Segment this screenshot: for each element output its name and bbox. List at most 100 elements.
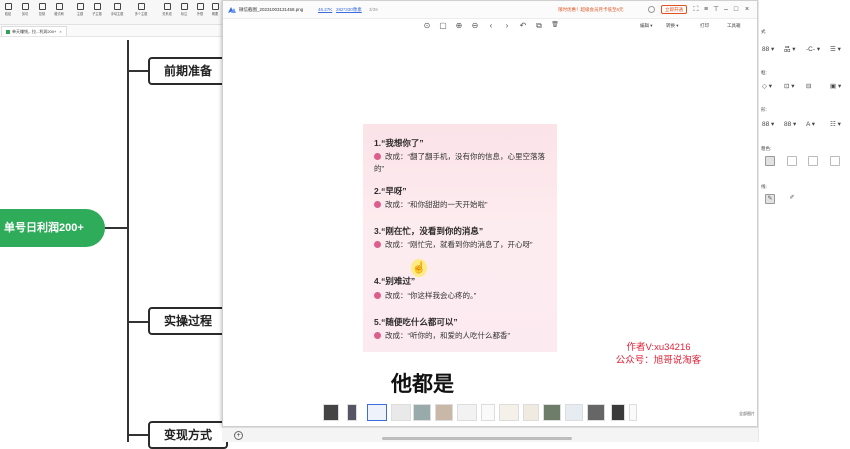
border-dropdown[interactable]: ⊡ ▾ (784, 81, 802, 92)
align-dropdown[interactable]: ☰ ▾ (830, 44, 848, 55)
actual-size-icon[interactable]: ⊙ (422, 20, 432, 31)
thumbnail-selected[interactable] (367, 404, 387, 421)
format-brush-button[interactable]: 格式刷 (52, 2, 66, 24)
thumbnail[interactable] (523, 404, 539, 421)
minimize-icon[interactable]: – (722, 5, 730, 14)
fit-window-icon[interactable]: ▢ (438, 20, 448, 31)
topic-icon (76, 3, 84, 10)
relation-line-button[interactable]: 关系线 (160, 2, 174, 24)
previous-icon[interactable]: ‹ (486, 20, 496, 31)
bullet-icon (374, 240, 381, 248)
multi-topic-button[interactable]: 多个主题 (134, 2, 148, 24)
horizontal-scrollbar[interactable] (382, 437, 572, 440)
color-dropdown[interactable]: ☷ ▾ (830, 119, 848, 130)
thumbnail[interactable] (587, 404, 605, 421)
toolbar-label: 主题 (76, 12, 84, 16)
close-tab-icon[interactable]: × (59, 29, 61, 34)
mindmap-tabbar: 单天赚钱，拉...利润200+ × (0, 25, 222, 37)
layout-dropdown[interactable]: 品 ▾ (784, 44, 802, 55)
image-dropdown[interactable]: ▣ ▾ (830, 81, 848, 92)
menu-icon[interactable]: ≡ (702, 5, 710, 14)
vip-button[interactable]: 立即开通 (661, 5, 687, 14)
thumbnail[interactable] (543, 404, 561, 421)
scheme-option-icon[interactable] (765, 156, 775, 166)
image-dimensions[interactable]: 282*330像素 (336, 5, 362, 14)
maximize-icon[interactable]: □ (732, 5, 740, 14)
structure-dropdown[interactable]: 88 ▾ (762, 119, 780, 130)
mindmap-file-icon (6, 29, 10, 34)
style-row: 88 ▾ 88 ▾ A ▾ ☷ ▾ (762, 119, 848, 131)
scheme-option-icon[interactable] (787, 156, 797, 166)
callout-button[interactable]: 标注 (177, 2, 191, 24)
thumbnail[interactable] (499, 404, 519, 421)
item-body-text: 改成：“你这样我会心疼的。” (385, 291, 477, 300)
toolbar-label: 剪切 (21, 12, 29, 16)
paste-button[interactable]: 粘贴 (1, 2, 15, 24)
item-body: 改成：“听你的，和爱的人吃什么都香” (374, 330, 550, 342)
edit-menu[interactable]: 编辑 ▾ (640, 22, 653, 30)
delete-icon[interactable]: 🗑 (550, 20, 560, 31)
toolbar-label: 外框 (196, 12, 204, 16)
bullet-icon (374, 152, 381, 160)
rotate-icon[interactable]: ↶ (518, 20, 528, 31)
file-size[interactable]: 46.27K (318, 5, 332, 14)
copy-icon (38, 3, 46, 10)
thumbnail[interactable] (413, 404, 431, 421)
shadow-button[interactable]: ⊟ (806, 81, 824, 92)
pin-icon[interactable]: ⊤ (712, 5, 720, 14)
thumbnail[interactable] (323, 404, 339, 421)
promo-text[interactable]: 限时优惠！超级会员月卡低至6元 (558, 5, 624, 14)
zoom-in-icon[interactable]: ⊕ (454, 20, 464, 31)
thumbnail[interactable] (629, 404, 637, 421)
share-icon[interactable]: ⧉ (534, 20, 544, 31)
subtopic-button[interactable]: 子主题 (90, 2, 104, 24)
fullscreen-icon[interactable]: ⛶ (692, 5, 700, 14)
section-label: 框: (761, 70, 767, 75)
print-button[interactable]: 打印 (700, 22, 709, 30)
toolbox-button[interactable]: 工具箱 (727, 22, 741, 30)
topic-button[interactable]: 主题 (73, 2, 87, 24)
thumbnail[interactable] (611, 404, 625, 421)
cut-button[interactable]: 剪切 (18, 2, 32, 24)
thumbnail[interactable] (391, 404, 411, 421)
thumbnail[interactable] (435, 404, 453, 421)
scheme-option-icon[interactable] (830, 156, 840, 166)
spacing-dropdown[interactable]: 88 ▾ (784, 119, 802, 130)
eraser-icon[interactable]: ✐ (787, 194, 797, 204)
all-images-button[interactable]: 全部图片 (739, 411, 755, 417)
thumbnail[interactable] (565, 404, 583, 421)
fill-dropdown[interactable]: ◇ ▾ (762, 81, 780, 92)
shape-dropdown[interactable]: 88 ▾ (762, 44, 780, 55)
thumbnail[interactable] (457, 404, 477, 421)
close-icon[interactable]: × (743, 5, 751, 14)
copy-button[interactable]: 复制 (35, 2, 49, 24)
branch-connector (127, 70, 148, 72)
branch-topic-preparation[interactable]: 前期准备 (148, 57, 228, 85)
summary-button[interactable]: 概要 (208, 2, 222, 24)
add-icon[interactable]: + (234, 431, 243, 440)
pen-icon[interactable]: ✎ (765, 194, 775, 204)
item-title: 1.“我想你了” (374, 138, 424, 148)
author-watermark: 作者V:xu34216 公众号：旭哥说淘客 (606, 341, 711, 367)
thumbnail[interactable] (347, 404, 357, 421)
scheme-option-icon[interactable] (808, 156, 818, 166)
line-dropdown[interactable]: -C- ▾ (806, 44, 824, 55)
convert-menu[interactable]: 转换 ▾ (666, 22, 679, 30)
video-subtitle: 他都是 (391, 373, 454, 396)
zoom-out-icon[interactable]: ⊖ (470, 20, 480, 31)
root-topic[interactable]: 单号日利润200+ (0, 209, 105, 247)
watermark-line: 公众号：旭哥说淘客 (615, 355, 702, 366)
thumbnail[interactable] (481, 404, 495, 421)
floating-topic-button[interactable]: 浮动主题 (110, 2, 124, 24)
font-dropdown[interactable]: A ▾ (806, 119, 824, 130)
item-title: 5.“随便吃什么都可以” (374, 317, 458, 327)
branch-topic-operation[interactable]: 实操过程 (148, 307, 228, 335)
displayed-image[interactable]: 1.“我想你了” 改成：“翻了翻手机，没有你的信息，心里空落落的” 2.“早呀”… (363, 124, 557, 352)
user-icon[interactable] (648, 6, 655, 13)
next-icon[interactable]: › (502, 20, 512, 31)
document-tab[interactable]: 单天赚钱，拉...利润200+ × (1, 26, 67, 36)
item-body-text: 改成：“和你甜甜的一天开始啦” (385, 200, 488, 209)
boundary-button[interactable]: 外框 (193, 2, 207, 24)
fill-row: ◇ ▾ ⊡ ▾ ⊟ ▣ ▾ (762, 81, 848, 93)
branch-topic-monetization[interactable]: 变现方式 (148, 421, 228, 449)
